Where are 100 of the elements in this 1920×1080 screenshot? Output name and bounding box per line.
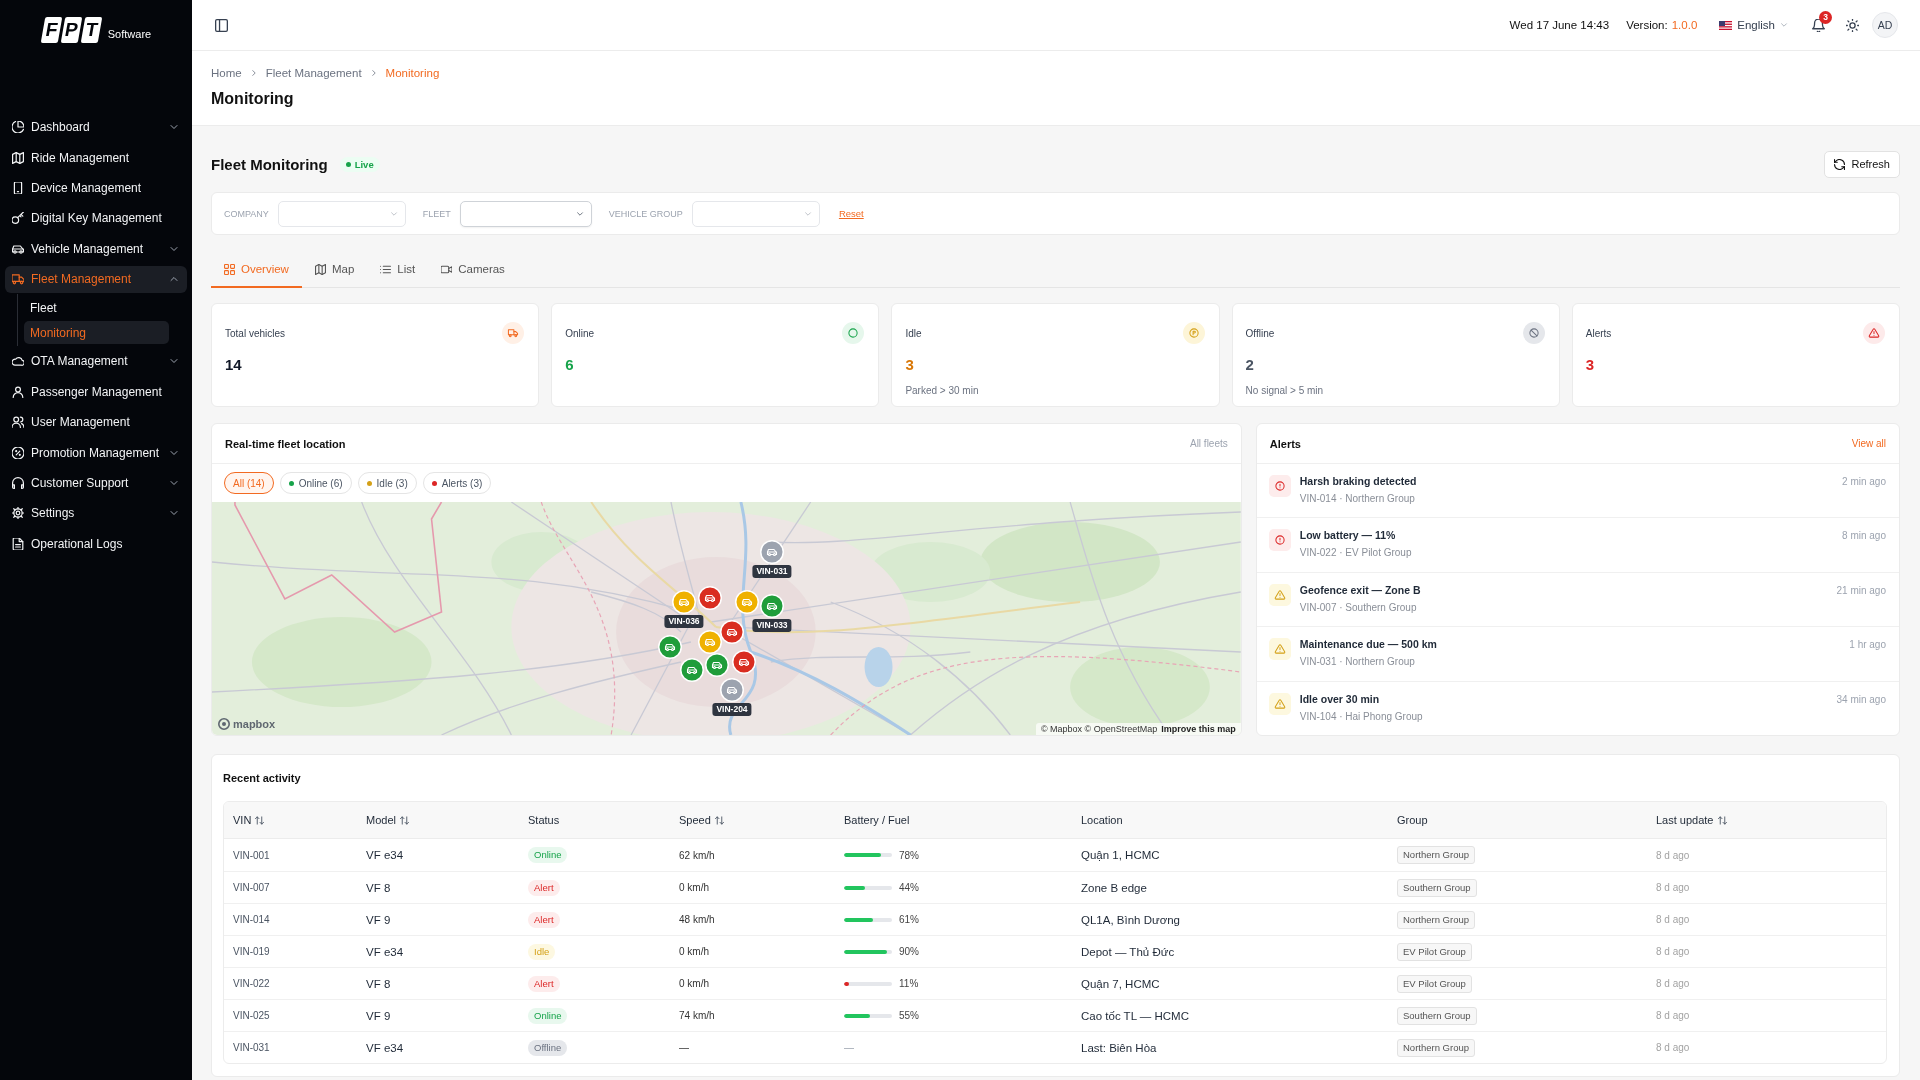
tab[interactable]: Map (301, 252, 368, 288)
car-marker-icon[interactable] (698, 586, 722, 610)
nav-item[interactable]: Ride Management (5, 144, 187, 172)
table-cell: 0 km/h (679, 882, 709, 893)
nav-item[interactable]: Vehicle Management (5, 235, 187, 263)
table-cell: — (679, 1042, 689, 1053)
nav-item[interactable]: Fleet Management (5, 265, 187, 293)
map-icon (12, 151, 24, 164)
notification-count: 3 (1819, 10, 1832, 24)
filter-label: FLEET (422, 208, 451, 219)
car-marker-icon[interactable] (672, 590, 696, 614)
caret-icon (1780, 21, 1788, 29)
alert-time: 34 min ago (1836, 692, 1886, 706)
warning-icon (1863, 322, 1885, 344)
card-title: Real-time fleet location (225, 437, 346, 450)
car-marker-icon[interactable] (658, 635, 682, 659)
table-cell: QL1A, Bình Dương (1081, 913, 1180, 926)
select-field[interactable] (691, 200, 820, 227)
version-number: 1.0.0 (1671, 19, 1698, 31)
map-illustration[interactable] (212, 502, 1241, 735)
fleet-scope-label: All fleets (1189, 438, 1228, 449)
select-field[interactable] (277, 200, 406, 227)
attribution-text: © Mapbox © OpenStreetMap (1040, 724, 1158, 734)
nav-item[interactable]: Customer Support (5, 469, 187, 497)
column-header: Battery / Fuel (844, 814, 910, 826)
filter-chip[interactable]: Idle (3) (357, 472, 417, 494)
list-icon (380, 263, 392, 275)
language-selector[interactable]: English (1719, 19, 1788, 31)
table-cell: 48 km/h (679, 914, 715, 925)
table-cell: VF e34 (366, 1041, 404, 1054)
breadcrumb-item[interactable]: Home (211, 67, 242, 79)
status-badge: Online (528, 847, 568, 863)
status-badge: Alert (528, 911, 560, 928)
nav-subitem[interactable]: Monitoring (24, 321, 169, 345)
nav-subitem[interactable]: Fleet (24, 296, 169, 320)
breadcrumb-item[interactable]: Fleet Management (265, 67, 362, 79)
car-marker-icon[interactable] (680, 658, 704, 682)
kpi-note: Parked > 30 min (905, 385, 979, 396)
car-marker-icon[interactable] (720, 678, 744, 702)
select-field[interactable] (459, 200, 592, 227)
group-tag: EV Pilot Group (1397, 942, 1472, 961)
kpi-value: 14 (225, 356, 242, 374)
bell-icon[interactable] (1812, 18, 1825, 32)
percent-icon (12, 446, 24, 459)
nav-item[interactable]: Operational Logs (5, 530, 187, 558)
nav-item[interactable]: Settings (5, 499, 187, 527)
nav-item[interactable]: Passenger Management (5, 378, 187, 406)
table-cell: Zone B edge (1081, 881, 1147, 894)
nav-item[interactable]: User Management (5, 408, 187, 436)
date-time: Wed 17 June 14:43 (1509, 19, 1610, 31)
column-header[interactable]: VIN (233, 814, 265, 826)
map-provider-logo: mapbox (233, 718, 276, 730)
battery-reading: 90% (899, 946, 919, 957)
card-title: Recent activity (223, 771, 301, 786)
table-cell: 8 d ago (1656, 882, 1690, 893)
group-tag: Northern Group (1397, 1038, 1475, 1057)
marker-label: VIN-033 (752, 619, 792, 632)
tab[interactable]: List (367, 252, 429, 288)
gear-icon (12, 507, 24, 520)
table-cell: 8 d ago (1656, 978, 1690, 989)
nav-item[interactable]: Device Management (5, 174, 187, 202)
alert-time: 1 hr ago (1849, 638, 1886, 652)
nav-item[interactable]: Dashboard (5, 113, 187, 141)
caret-icon (803, 209, 812, 218)
car-marker-icon[interactable] (720, 620, 744, 644)
column-header[interactable]: Last update (1656, 814, 1727, 826)
brand-name: Software (107, 28, 152, 40)
sidebar-toggle-icon[interactable] (215, 18, 228, 32)
filter-chip[interactable]: Alerts (3) (422, 472, 492, 494)
refresh-button[interactable]: Refresh (1824, 150, 1900, 178)
table-cell: 0 km/h (679, 978, 709, 989)
car-marker-icon[interactable] (760, 540, 784, 564)
nav-item[interactable]: Digital Key Management (5, 204, 187, 232)
car-marker-icon[interactable] (732, 650, 756, 674)
table-cell: 62 km/h (679, 849, 715, 861)
filter-chip[interactable]: Online (6) (279, 472, 352, 494)
nav-item[interactable]: Promotion Management (5, 439, 187, 467)
user-avatar[interactable]: AD (1872, 12, 1898, 38)
tab[interactable]: Cameras (428, 252, 518, 288)
live-text: Live (354, 158, 374, 170)
car-marker-icon[interactable] (698, 630, 722, 654)
nav-item[interactable]: OTA Management (5, 347, 187, 375)
column-header[interactable]: Model (366, 814, 409, 826)
filter-label: COMPANY (224, 208, 269, 219)
improve-map-link[interactable]: Improve this map (1161, 724, 1236, 734)
version-label: Version: (1626, 19, 1668, 31)
kpi-label: Idle (905, 327, 922, 339)
car-marker-icon[interactable] (705, 653, 729, 677)
car-marker-icon[interactable] (760, 594, 784, 618)
table-cell: VIN-025 (233, 1010, 270, 1021)
parking-icon (1182, 322, 1205, 344)
column-header[interactable]: Speed (679, 814, 724, 826)
sun-icon[interactable] (1846, 18, 1859, 32)
car-marker-icon[interactable] (735, 590, 759, 614)
alert-detail: VIN-031 · Northern Group (1299, 656, 1415, 669)
section-title: Fleet Monitoring (211, 155, 328, 173)
smartphone-icon (12, 181, 24, 194)
kpi-label: Offline (1245, 327, 1275, 339)
table-cell: VF 9 (366, 1009, 391, 1022)
table-cell: 74 km/h (679, 1010, 715, 1021)
